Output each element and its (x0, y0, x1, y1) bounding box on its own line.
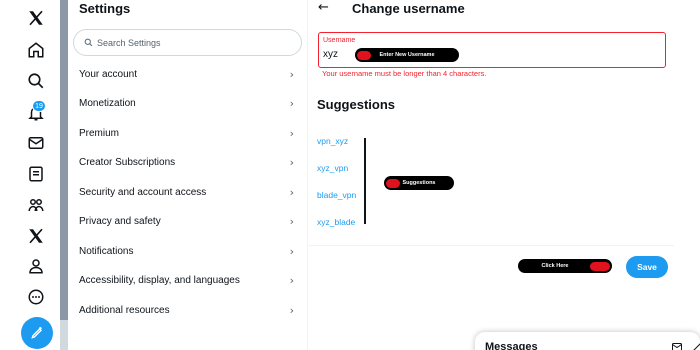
search-settings-input[interactable]: Search Settings (73, 29, 302, 56)
chevron-right-icon: › (289, 215, 294, 228)
suggestion-link[interactable]: blade_vpn (317, 190, 356, 200)
settings-item-label: Privacy and safety (79, 216, 161, 227)
chevron-right-icon: › (289, 127, 294, 140)
x-settings-page: 19 Settings Search Settings Your account… (0, 0, 700, 350)
new-message-icon[interactable] (671, 341, 683, 350)
annotation-click-here: Click Here (518, 259, 612, 273)
save-button[interactable]: Save (626, 256, 668, 278)
settings-item-your-account[interactable]: Your account › (68, 60, 306, 89)
messages-title: Messages (485, 341, 538, 350)
annotation-red-arrow-icon (590, 261, 610, 271)
lists-icon[interactable] (24, 162, 48, 186)
post-icon (31, 327, 42, 339)
chevron-right-icon: › (289, 68, 294, 81)
settings-column: Settings Search Settings Your account › M… (68, 0, 308, 350)
search-placeholder: Search Settings (97, 37, 161, 48)
communities-icon[interactable] (24, 193, 48, 217)
settings-item-label: Notifications (79, 246, 134, 257)
username-error: Your username must be longer than 4 char… (322, 69, 487, 78)
chevron-right-icon: › (289, 156, 294, 169)
suggestions-bracket-line (364, 138, 366, 224)
scrollbar-thumb[interactable] (60, 0, 68, 320)
more-icon[interactable] (24, 285, 48, 309)
settings-item-premium[interactable]: Premium › (68, 119, 306, 148)
divider (309, 245, 674, 246)
search-icon[interactable] (24, 69, 48, 93)
messages-drawer[interactable]: Messages (475, 332, 700, 350)
notification-count-badge: 19 (32, 100, 46, 112)
chevron-right-icon: › (289, 274, 294, 287)
settings-item-label: Your account (79, 69, 138, 80)
annotation-red-arrow-icon (386, 178, 400, 188)
back-arrow-icon[interactable]: ← (318, 0, 329, 15)
annotation-label: Suggestions (402, 180, 436, 186)
suggestion-link[interactable]: xyz_blade (317, 217, 355, 227)
search-icon (84, 38, 93, 47)
settings-item-label: Accessibility, display, and languages (79, 275, 240, 286)
annotation-label: Enter New Username (379, 52, 435, 58)
suggestions-title: Suggestions (317, 97, 396, 112)
chevron-right-icon: › (289, 304, 294, 317)
settings-item-additional-resources[interactable]: Additional resources › (68, 296, 306, 325)
suggestion-link[interactable]: vpn_xyz (317, 136, 348, 146)
settings-item-label: Security and account access (79, 187, 207, 198)
change-username-panel: ← Change username Username Your username… (309, 0, 674, 350)
home-icon[interactable] (24, 38, 48, 62)
settings-item-accessibility[interactable]: Accessibility, display, and languages › (68, 266, 306, 295)
settings-item-label: Premium (79, 128, 120, 139)
annotation-suggestions: Suggestions (384, 176, 454, 190)
settings-item-label: Monetization (79, 98, 136, 109)
username-label: Username (323, 37, 356, 44)
annotation-label: Click Here (541, 263, 569, 269)
post-button[interactable] (21, 317, 53, 349)
settings-title: Settings (79, 1, 131, 16)
annotation-enter-username: Enter New Username (355, 48, 459, 62)
scrollbar[interactable] (60, 0, 68, 350)
chevron-right-icon: › (289, 245, 294, 258)
settings-item-notifications[interactable]: Notifications › (68, 237, 306, 266)
page-title: Change username (352, 1, 465, 16)
messages-icon[interactable] (24, 131, 48, 155)
annotation-red-arrow-icon (357, 50, 371, 60)
left-nav-rail: 19 (0, 0, 60, 350)
chevron-right-icon: › (289, 186, 294, 199)
settings-item-creator-subscriptions[interactable]: Creator Subscriptions › (68, 148, 306, 177)
chevron-right-icon: › (289, 97, 294, 110)
settings-item-privacy[interactable]: Privacy and safety › (68, 207, 306, 236)
settings-item-security[interactable]: Security and account access › (68, 178, 306, 207)
settings-item-label: Creator Subscriptions (79, 157, 176, 168)
x-logo-icon[interactable] (24, 6, 48, 30)
profile-icon[interactable] (24, 254, 48, 278)
expand-icon[interactable] (691, 341, 700, 350)
suggestion-link[interactable]: xyz_vpn (317, 163, 348, 173)
premium-x-icon[interactable] (24, 224, 48, 248)
settings-item-label: Additional resources (79, 305, 170, 316)
settings-item-monetization[interactable]: Monetization › (68, 89, 306, 118)
